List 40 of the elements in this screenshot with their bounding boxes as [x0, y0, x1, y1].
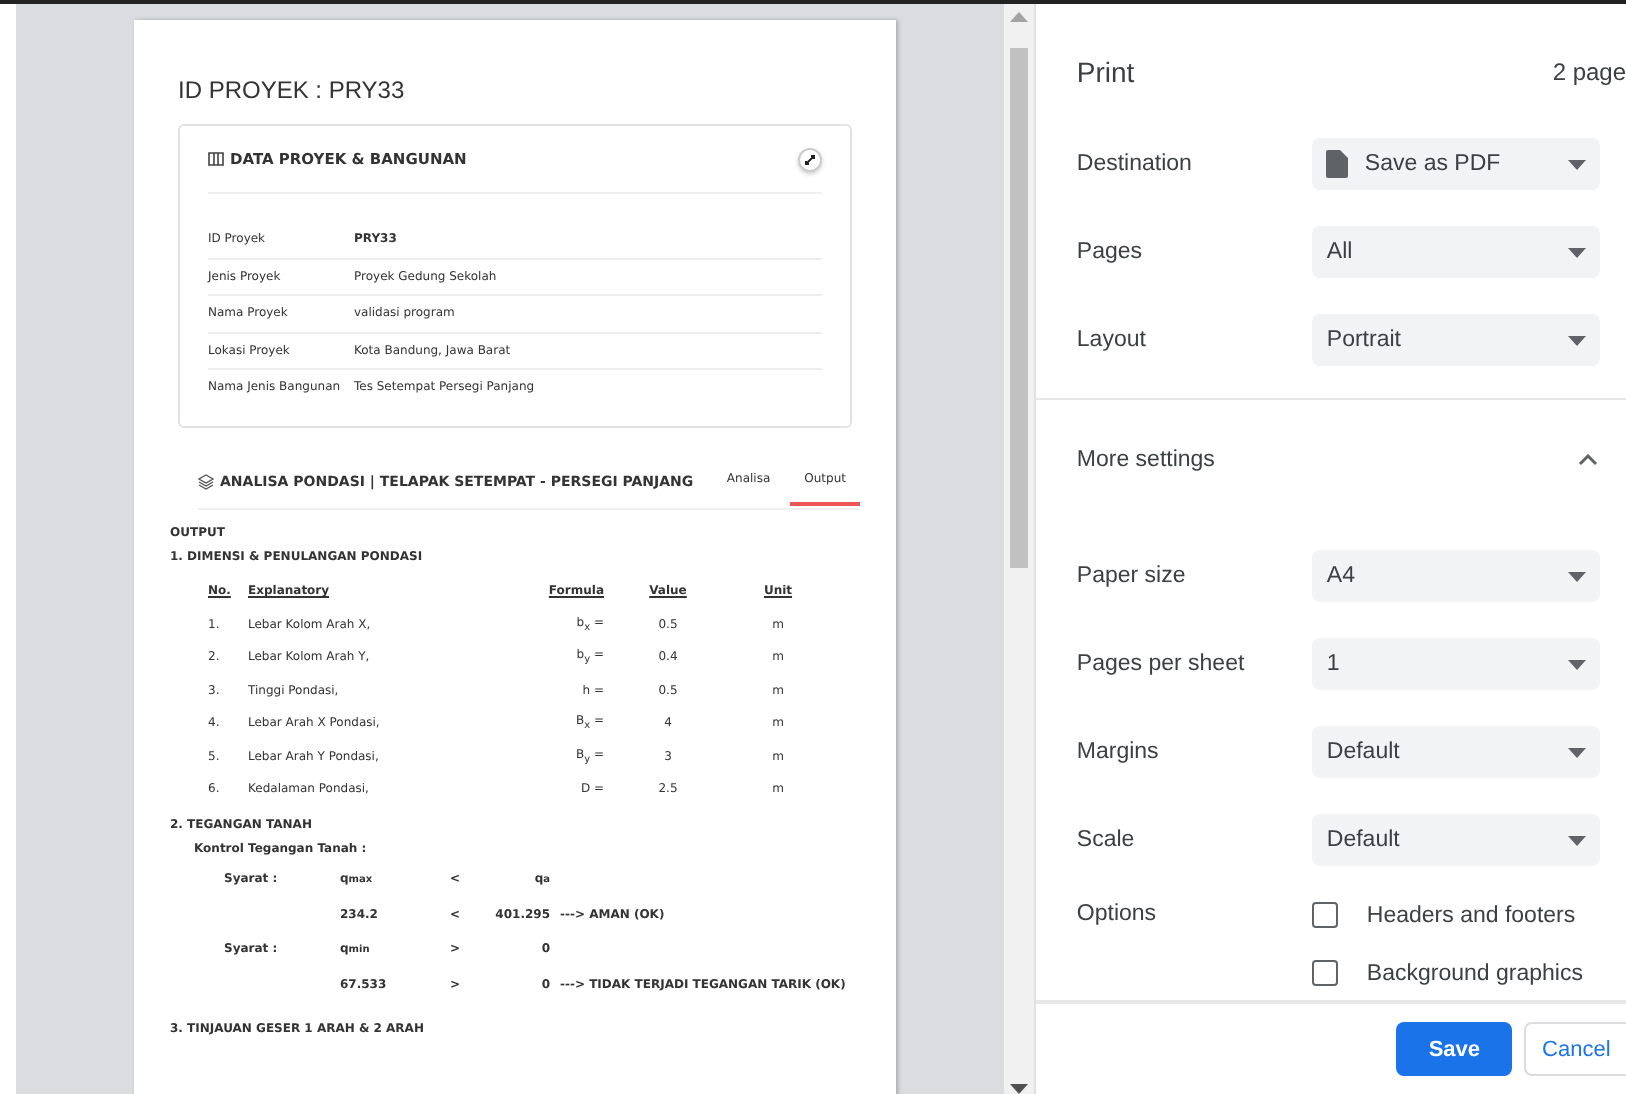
setting-label: Pages per sheet [1076, 652, 1247, 676]
more-settings-toggle[interactable]: More settings [1076, 430, 1626, 490]
setting-label: Options [1076, 902, 1159, 926]
setting-label: Scale [1076, 828, 1137, 852]
setting-select[interactable]: All [1312, 226, 1601, 278]
dropdown-caret-icon [1568, 335, 1587, 345]
setting-select[interactable]: Portrait [1312, 314, 1601, 366]
book-icon [208, 152, 224, 166]
file-icon [1326, 150, 1349, 178]
setting-select[interactable]: 1 [1312, 638, 1601, 690]
cancel-button[interactable]: Cancel [1524, 1022, 1626, 1076]
dropdown-caret-icon [1568, 571, 1587, 581]
dropdown-caret-icon [1568, 659, 1587, 669]
layers-icon [198, 473, 214, 489]
setting-select[interactable]: Default [1312, 814, 1601, 866]
setting-label: Destination [1076, 152, 1194, 176]
setting-select[interactable]: A4 [1312, 550, 1601, 602]
page-title: ID PROYEK : PRY33 [178, 76, 407, 104]
checkbox[interactable] [1312, 960, 1339, 986]
checkbox-label: Background graphics [1366, 961, 1583, 985]
scroll-down-icon[interactable] [1010, 1084, 1029, 1094]
checkbox[interactable] [1312, 902, 1339, 928]
save-button[interactable]: Save [1396, 1022, 1513, 1076]
setting-label: Pages [1076, 240, 1145, 264]
scrollbar[interactable] [1004, 4, 1035, 1094]
checkbox-label: Headers and footers [1366, 903, 1576, 927]
dropdown-caret-icon [1568, 159, 1587, 169]
chevron-icon [1578, 454, 1599, 466]
dropdown-caret-icon [1568, 747, 1587, 757]
setting-label: Paper size [1076, 564, 1188, 588]
dropdown-caret-icon [1568, 247, 1587, 257]
expand-button[interactable] [798, 147, 822, 171]
page-count: 2 page [1552, 58, 1626, 86]
setting-label: Layout [1076, 328, 1148, 352]
expand-icon [804, 153, 816, 165]
dialog-title: Print [1076, 56, 1135, 88]
setting-label: Margins [1076, 740, 1161, 764]
destination-select[interactable]: Save as PDF [1312, 138, 1601, 190]
dropdown-caret-icon [1568, 835, 1587, 845]
setting-select[interactable]: Default [1312, 726, 1601, 778]
